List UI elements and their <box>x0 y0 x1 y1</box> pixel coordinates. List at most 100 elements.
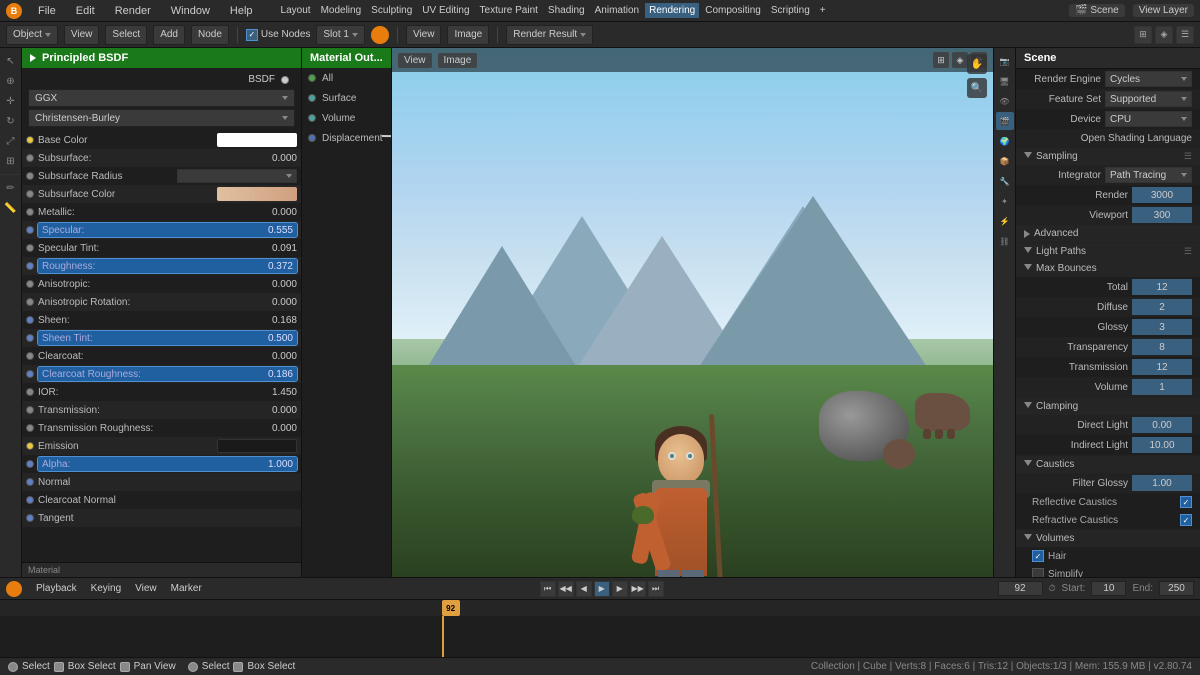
rpanel-simplify-checkbox[interactable] <box>1032 568 1044 577</box>
timeline-start-frame[interactable] <box>1091 581 1126 596</box>
ior-socket[interactable] <box>26 388 34 396</box>
rsidebar-world-icon[interactable]: 🌍 <box>996 132 1014 150</box>
transmission-roughness-socket[interactable] <box>26 424 34 432</box>
view-btn[interactable]: View <box>64 25 100 45</box>
socket-displacement[interactable] <box>308 134 316 142</box>
workspace-uv[interactable]: UV Editing <box>418 3 473 18</box>
slot-selector[interactable]: Slot 1 <box>316 25 365 45</box>
corner-icon-2[interactable]: 🔍 <box>967 78 987 98</box>
rsidebar-view-icon[interactable]: 👁 <box>996 92 1014 110</box>
timeline-view-btn[interactable]: View <box>131 581 161 596</box>
viewport-view-btn[interactable]: View <box>398 53 432 68</box>
menu-edit[interactable]: Edit <box>72 3 99 19</box>
rpanel-reflective-caustics-checkbox[interactable]: ✓ <box>1180 496 1192 508</box>
sidebar-icon-transform[interactable]: ⊞ <box>2 152 20 170</box>
distribution-select[interactable]: GGX <box>28 89 295 107</box>
workspace-rendering[interactable]: Rendering <box>645 3 699 18</box>
rpanel-volume-input[interactable] <box>1132 379 1192 395</box>
workspace-sculpting[interactable]: Sculpting <box>367 3 416 18</box>
rpanel-light-paths-header[interactable]: Light Paths ☰ <box>1016 243 1200 260</box>
rpanel-total-input[interactable] <box>1132 279 1192 295</box>
rpanel-sampling-header[interactable]: Sampling ☰ <box>1016 148 1200 165</box>
emission-swatch[interactable] <box>217 439 297 453</box>
transport-prev-frame[interactable]: ◀ <box>576 581 592 597</box>
rsidebar-constraints-icon[interactable]: ⛓ <box>996 232 1014 250</box>
menu-file[interactable]: File <box>34 3 60 19</box>
sidebar-icon-rotate[interactable]: ↻ <box>2 112 20 130</box>
specular-tint-socket[interactable] <box>26 244 34 252</box>
rpanel-indirect-light-input[interactable] <box>1132 437 1192 453</box>
sidebar-icon-move[interactable]: ✛ <box>2 92 20 110</box>
viewport-icon-2[interactable]: ◈ <box>952 52 968 68</box>
blender-logo[interactable]: B <box>6 3 22 19</box>
select-btn[interactable]: Select <box>105 25 147 45</box>
normal-socket[interactable] <box>26 478 34 486</box>
workspace-compositing[interactable]: Compositing <box>701 3 765 18</box>
clearcoat-normal-socket[interactable] <box>26 496 34 504</box>
rsidebar-scene-icon[interactable]: 🎬 <box>996 112 1014 130</box>
rpanel-direct-light-input[interactable] <box>1132 417 1192 433</box>
rpanel-hair-checkbox[interactable]: ✓ <box>1032 550 1044 562</box>
shader-collapse-triangle[interactable] <box>30 54 36 62</box>
mode-selector[interactable]: Object <box>6 25 58 45</box>
sheen-tint-bar[interactable]: Sheen Tint: 0.500 <box>38 331 297 345</box>
sidebar-icon-select[interactable]: ↖ <box>2 52 20 70</box>
clearcoat-roughness-socket[interactable] <box>26 370 34 378</box>
rpanel-integrator-select[interactable]: Path Tracing <box>1105 167 1192 183</box>
base-color-socket[interactable] <box>26 136 34 144</box>
rpanel-glossy-input[interactable] <box>1132 319 1192 335</box>
sampling-menu-icon[interactable]: ☰ <box>1184 151 1192 162</box>
anisotropic-rotation-socket[interactable] <box>26 298 34 306</box>
rpanel-diffuse-input[interactable] <box>1132 299 1192 315</box>
anisotropic-socket[interactable] <box>26 280 34 288</box>
metallic-socket[interactable] <box>26 208 34 216</box>
rpanel-caustics-header[interactable]: Caustics <box>1016 456 1200 473</box>
transmission-socket[interactable] <box>26 406 34 414</box>
rpanel-max-bounces-header[interactable]: Max Bounces <box>1016 260 1200 277</box>
corner-icon-1[interactable]: ✋ <box>967 54 987 74</box>
transport-end[interactable]: ⏭ <box>648 581 664 597</box>
viewport-icon-1[interactable]: ⊞ <box>933 52 949 68</box>
alpha-bar[interactable]: Alpha: 1.000 <box>38 457 297 471</box>
timeline-end-frame[interactable] <box>1159 581 1194 596</box>
alpha-socket[interactable] <box>26 460 34 468</box>
toolbar-icon-3[interactable]: ☰ <box>1176 26 1194 44</box>
view-btn-2[interactable]: View <box>406 25 442 45</box>
socket-volume[interactable] <box>308 114 316 122</box>
timeline-content[interactable] <box>0 616 1200 657</box>
timeline-playback-btn[interactable]: Playback <box>32 581 81 596</box>
tangent-socket[interactable] <box>26 514 34 522</box>
subsurface-method-select[interactable]: Christensen-Burley <box>28 109 295 127</box>
subsurface-color-socket[interactable] <box>26 190 34 198</box>
transport-next-keyframe[interactable]: ▶▶ <box>630 581 646 597</box>
sidebar-icon-scale[interactable]: ⤢ <box>2 132 20 150</box>
transport-next-frame[interactable]: ▶ <box>612 581 628 597</box>
timeline-current-frame[interactable] <box>998 581 1043 596</box>
roughness-socket[interactable] <box>26 262 34 270</box>
render-result-label[interactable]: Render Result <box>506 25 593 45</box>
clearcoat-roughness-bar[interactable]: Clearcoat Roughness: 0.186 <box>38 367 297 381</box>
rpanel-clamping-header[interactable]: Clamping <box>1016 398 1200 415</box>
sheen-socket[interactable] <box>26 316 34 324</box>
transport-prev-keyframe[interactable]: ◀◀ <box>558 581 574 597</box>
clearcoat-socket[interactable] <box>26 352 34 360</box>
rpanel-advanced-header[interactable]: Advanced <box>1016 225 1200 242</box>
menu-render[interactable]: Render <box>111 3 155 19</box>
node-btn[interactable]: Node <box>191 25 229 45</box>
timeline-keying-btn[interactable]: Keying <box>87 581 126 596</box>
socket-surface[interactable] <box>308 94 316 102</box>
rpanel-render-input[interactable] <box>1132 187 1192 203</box>
viewport-image-btn[interactable]: Image <box>438 53 478 68</box>
workspace-scripting[interactable]: Scripting <box>767 3 814 18</box>
specular-bar[interactable]: Specular: 0.555 <box>38 223 297 237</box>
rpanel-transparency-input[interactable] <box>1132 339 1192 355</box>
render-icon[interactable] <box>371 26 389 44</box>
rsidebar-object-icon[interactable]: 📦 <box>996 152 1014 170</box>
rsidebar-output-icon[interactable]: 🖥 <box>996 72 1014 90</box>
timeline-frame-marker[interactable]: 92 <box>442 600 460 616</box>
rpanel-viewport-input[interactable] <box>1132 207 1192 223</box>
workspace-shading[interactable]: Shading <box>544 3 589 18</box>
workspace-texture-paint[interactable]: Texture Paint <box>476 3 542 18</box>
light-paths-menu-icon[interactable]: ☰ <box>1184 246 1192 257</box>
timeline-marker-btn[interactable]: Marker <box>167 581 206 596</box>
